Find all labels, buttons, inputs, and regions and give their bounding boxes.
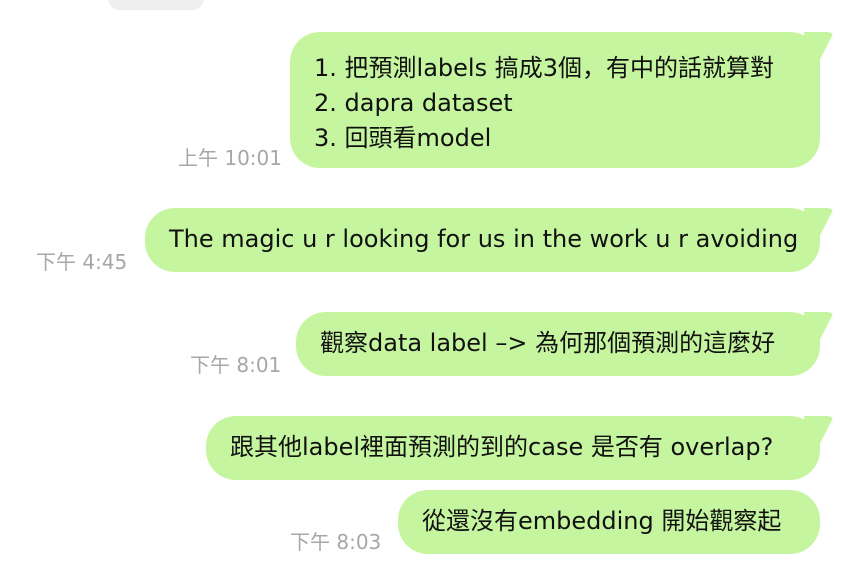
previous-message-edge: [108, 0, 204, 10]
bubble-tail: [804, 416, 834, 450]
message-bubble[interactable]: 跟其他label裡面預測的到的case 是否有 overlap?: [206, 416, 834, 480]
message-line: 3. 回頭看model: [314, 124, 492, 152]
message-bubble[interactable]: 觀察data label –> 為何那個預測的這麼好: [296, 312, 834, 376]
message-bubble[interactable]: The magic u r looking for us in the work…: [145, 208, 834, 272]
bubble-tail: [804, 208, 834, 242]
bubble-tail: [804, 32, 834, 66]
message-bubble[interactable]: 1. 把預測labels 搞成3個，有中的話就算對 2. dapra datas…: [290, 32, 834, 168]
message-timestamp: 下午 4:45: [36, 250, 128, 274]
message-line: The magic u r looking for us in the work…: [169, 225, 799, 253]
message-line: 跟其他label裡面預測的到的case 是否有 overlap?: [230, 433, 774, 461]
message-line: 2. dapra dataset: [314, 89, 513, 117]
message-bubble[interactable]: 從還沒有embedding 開始觀察起: [398, 490, 820, 554]
message-line: 從還沒有embedding 開始觀察起: [422, 507, 782, 535]
bubble-tail: [804, 312, 834, 346]
message-line: 1. 把預測labels 搞成3個，有中的話就算對: [314, 54, 774, 82]
message-timestamp: 下午 8:03: [290, 530, 382, 554]
message-line: 觀察data label –> 為何那個預測的這麼好: [320, 329, 776, 357]
message-timestamp: 上午 10:01: [178, 146, 282, 170]
message-timestamp: 下午 8:01: [190, 353, 282, 377]
